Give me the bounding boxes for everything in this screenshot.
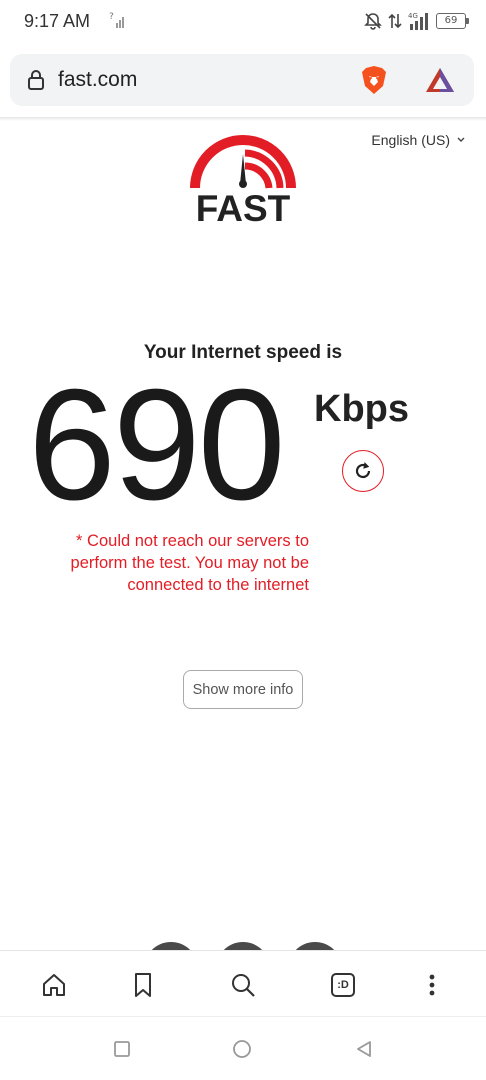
search-button[interactable] [229,971,257,999]
brave-rewards-icon[interactable] [424,66,456,94]
recents-icon[interactable] [112,1039,132,1059]
back-icon[interactable] [354,1039,374,1059]
bookmark-icon [135,973,151,997]
svg-text:?: ? [109,12,114,22]
home-nav-icon[interactable] [232,1039,252,1059]
refresh-button[interactable] [342,450,384,492]
more-vert-icon [429,974,435,996]
status-icons: 4G 69 [364,10,469,32]
tabs-label: :D [337,979,349,991]
home-button[interactable] [40,971,68,999]
network-type: 4G [408,12,418,20]
tabs-button[interactable]: :D [329,971,357,999]
speed-value: 690 [28,357,286,533]
fast-logo-text: FAST [195,188,291,229]
status-time: 9:17 AM [24,11,91,31]
mute-bell-icon [364,13,382,30]
data-arrows-icon [388,13,402,29]
refresh-icon [355,462,371,479]
search-icon [232,974,255,997]
lock-icon[interactable] [24,68,48,92]
error-message: * Could not reach our servers to perform… [70,532,309,594]
status-bar: 9:17 AM ? 4G 69 [0,0,486,44]
sim-signal-icon: ? [109,12,124,28]
language-selector[interactable]: English (US) [371,132,466,148]
battery-level: 69 [444,15,458,26]
browser-bottom-toolbar: :D [0,950,486,1016]
show-more-info-button[interactable]: Show more info [183,670,303,709]
address-bar[interactable]: fast.com [10,54,474,106]
brave-shields-icon[interactable] [358,64,390,96]
toolbar-divider [0,117,486,121]
bookmark-button[interactable] [129,971,157,999]
cell-signal-icon: 4G [408,12,428,30]
menu-button[interactable] [418,971,446,999]
chevron-down-icon [457,137,465,142]
system-nav-bar [0,1016,486,1080]
battery-icon: 69 [436,13,469,29]
url-text[interactable]: fast.com [58,68,137,92]
language-label[interactable]: English (US) [371,132,450,148]
speed-units: Kbps [314,388,409,430]
home-icon [43,974,65,996]
